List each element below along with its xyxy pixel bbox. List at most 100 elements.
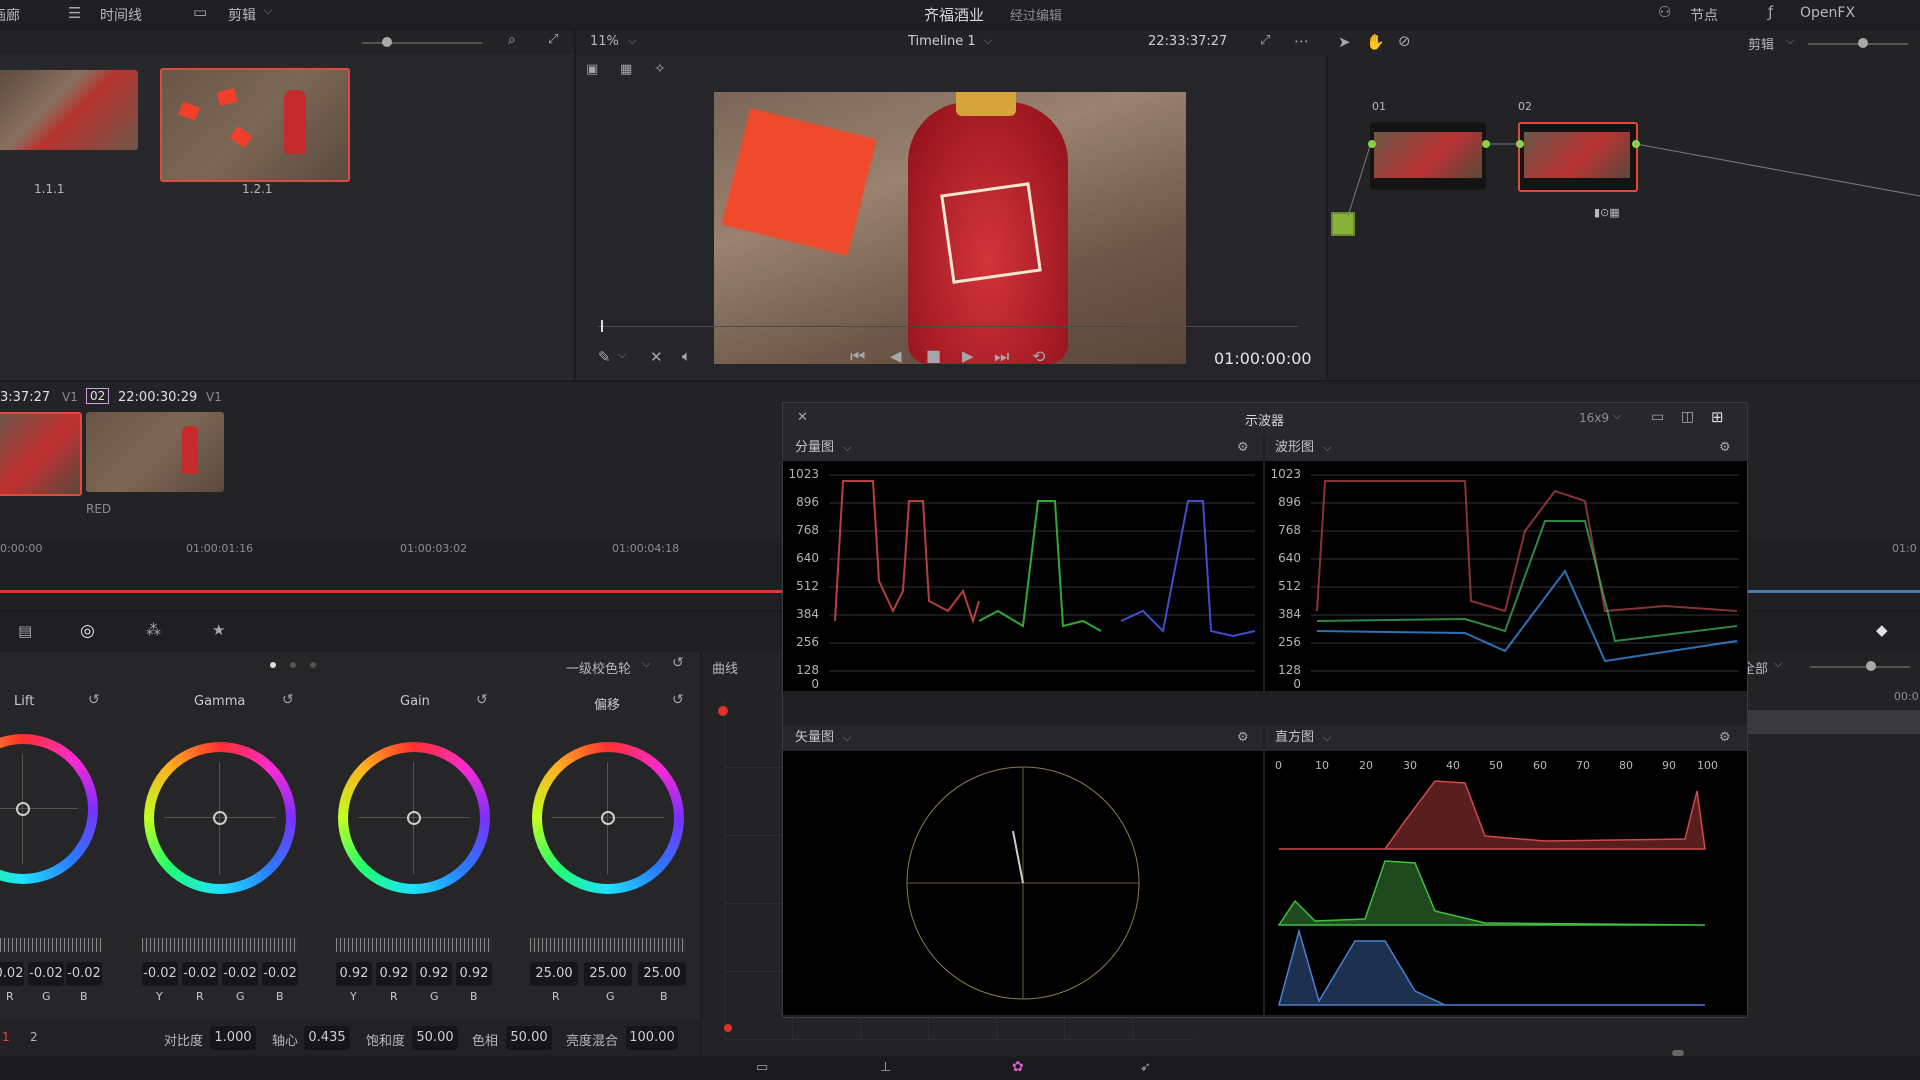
rgb-mixer-icon[interactable]: ⁂ [146,621,161,639]
node-zoom-handle[interactable] [1858,38,1868,48]
clip-2-thumb[interactable] [86,412,224,492]
waveform-title[interactable]: 波形图 [1275,435,1314,461]
gamma-value-y[interactable]: -0.02 [142,962,178,986]
page-1-tab[interactable]: 1 [2,1030,10,1044]
offset-value-g[interactable]: 25.00 [584,962,632,986]
gain-value-b[interactable]: 0.92 [456,962,492,986]
node-mode[interactable]: 剪辑 [1748,34,1774,53]
viewer-layout-icon[interactable]: ▣ [586,62,598,77]
pivot-value[interactable]: 0.435 [304,1026,350,1050]
loop-icon[interactable]: ⟲ [1032,347,1045,366]
keyframe-scroll[interactable] [1672,1050,1684,1056]
reset-icon[interactable]: ↺ [672,655,684,671]
expand-icon[interactable]: ⤢ [548,32,558,47]
parade-title[interactable]: 分量图 [795,435,834,461]
reset-icon[interactable]: ↺ [88,692,100,708]
color-page-icon[interactable]: ✿ [1012,1059,1024,1075]
timeline-name[interactable]: Timeline 1 [908,34,976,49]
clip-1-thumb[interactable] [0,412,82,496]
scope-settings-icon[interactable]: ⚙ [1719,725,1731,751]
reset-icon[interactable]: ↺ [672,692,684,708]
chevron-down-icon[interactable]: ⌵ [1323,435,1331,461]
lift-wheel[interactable] [0,734,98,884]
chevron-down-icon[interactable]: ⌵ [843,435,851,461]
media-page-icon[interactable]: ▭ [756,1060,768,1075]
camera-raw-icon[interactable]: ▤ [18,622,32,640]
scrub-bar[interactable] [598,326,1298,327]
layout-dual-icon[interactable]: ◫ [1681,409,1694,425]
color-wheels-icon[interactable]: ◎ [80,621,95,641]
gamma-value-g[interactable]: -0.02 [222,962,258,986]
curve-control-point-bottom[interactable] [724,1024,732,1032]
page-dot[interactable] [310,662,316,668]
lift-value-b[interactable]: -0.02 [66,962,102,986]
more-icon[interactable]: ⋯ [1294,32,1309,50]
chevron-down-icon[interactable]: ⌵ [1323,725,1331,751]
chevron-down-icon[interactable]: ⌵ [984,34,992,48]
wheel-puck[interactable] [213,811,227,825]
scope-settings-icon[interactable]: ⚙ [1719,435,1731,461]
page-dot-active[interactable] [270,662,276,668]
chevron-down-icon[interactable]: ⌵ [1786,34,1794,48]
magic-wand-icon[interactable]: ✧ [654,61,666,77]
timeline-tab[interactable]: 时间线 [100,5,142,25]
gallery-tab-fragment[interactable]: 画廊 [0,5,20,25]
wheel-puck[interactable] [601,811,615,825]
gamma-master-slider[interactable] [142,938,298,952]
hue-value[interactable]: 50.00 [506,1026,552,1050]
nodes-tab[interactable]: 节点 [1690,5,1718,25]
scope-settings-icon[interactable]: ⚙ [1237,435,1249,461]
search-icon[interactable]: ⌕ [508,32,516,48]
fullscreen-icon[interactable]: ⤢ [1260,33,1270,48]
offset-value-b[interactable]: 25.00 [638,962,686,986]
gallery-clip-2[interactable] [160,68,350,182]
gallery-zoom-slider[interactable] [362,42,482,44]
viewer-image[interactable] [714,92,1186,364]
keyframes-icon[interactable]: ◆ [1876,621,1888,639]
curves-slider[interactable] [1810,666,1910,668]
page-dot[interactable] [290,662,296,668]
edit-menu[interactable]: 剪辑 [228,5,256,25]
histogram-title[interactable]: 直方图 [1275,725,1314,751]
go-to-start-icon[interactable]: ⏮ [850,347,865,367]
scope-settings-icon[interactable]: ⚙ [1237,725,1249,751]
reset-icon[interactable]: ↺ [476,692,488,708]
layout-quad-icon[interactable]: ⊞ [1711,408,1724,426]
lift-value-g[interactable]: -0.02 [28,962,64,986]
gamma-value-b[interactable]: -0.02 [262,962,298,986]
scopes-aspect[interactable]: 16x9 [1579,411,1609,425]
stop-icon[interactable]: ■ [926,346,941,365]
volume-icon[interactable]: 🔈︎ [682,347,691,365]
chevron-down-icon[interactable]: ⌵ [642,657,650,671]
playhead[interactable] [601,320,603,332]
gain-value-y[interactable]: 0.92 [336,962,372,986]
gallery-clip-1[interactable] [0,70,138,150]
go-to-end-icon[interactable]: ⏭ [994,347,1009,367]
contrast-value[interactable]: 1.000 [210,1026,256,1050]
offset-value-r[interactable]: 25.00 [530,962,578,986]
chevron-down-icon[interactable]: ⌵ [1774,657,1782,671]
reset-icon[interactable]: ↺ [282,692,294,708]
gain-value-r[interactable]: 0.92 [376,962,412,986]
chevron-down-icon[interactable]: ⌵ [843,725,851,751]
cut-page-icon[interactable]: ⊥ [880,1060,891,1075]
pointer-icon[interactable]: ➤ [1338,33,1351,51]
motion-effects-icon[interactable]: ★ [212,621,225,639]
offset-wheel[interactable] [532,742,684,894]
saturation-value[interactable]: 50.00 [412,1026,458,1050]
chevron-down-icon[interactable]: ⌵ [1613,409,1621,423]
eyedropper-icon[interactable]: ✎ [598,348,611,366]
gallery-zoom-handle[interactable] [382,37,392,47]
lift-master-slider[interactable] [0,938,102,952]
grid-icon[interactable]: ▦ [620,62,632,77]
gain-wheel[interactable] [338,742,490,894]
play-icon[interactable]: ▶ [962,347,974,365]
hand-icon[interactable]: ✋ [1366,33,1385,51]
chevron-down-icon[interactable]: ⌵ [618,348,626,362]
openfx-tab[interactable]: OpenFX [1800,5,1855,21]
disable-icon[interactable]: ⊘ [1398,32,1411,50]
step-back-icon[interactable]: ◀ [890,347,902,365]
zoom-level[interactable]: 11% [590,34,619,49]
gain-master-slider[interactable] [336,938,492,952]
gamma-wheel[interactable] [144,742,296,894]
